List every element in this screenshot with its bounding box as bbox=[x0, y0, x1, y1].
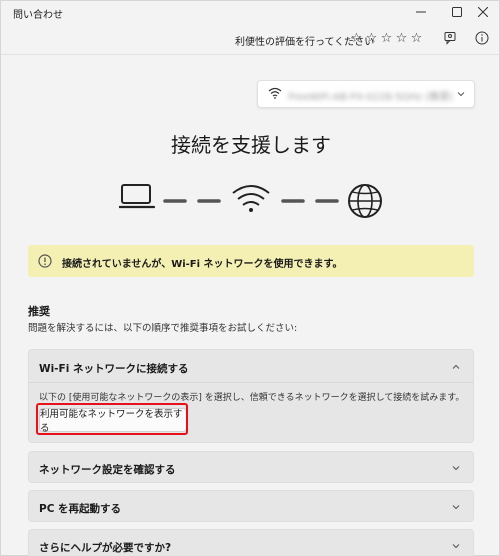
laptop-icon bbox=[119, 184, 156, 209]
wifi-icon bbox=[268, 87, 282, 99]
contact-window: 問い合わせ 利便性の評価を行ってください ☆ ☆ ☆ ☆ ☆ FreeWiFi-… bbox=[0, 0, 500, 556]
warning-text: 接続されていませんが、Wi-Fi ネットワークを使用できます。 bbox=[62, 259, 343, 270]
globe-icon bbox=[348, 184, 382, 218]
window-title: 問い合わせ bbox=[13, 10, 63, 21]
star-3[interactable]: ☆ bbox=[379, 29, 394, 49]
close-button[interactable] bbox=[465, 1, 500, 23]
close-icon bbox=[478, 7, 488, 17]
recommendations-description: 問題を解決するには、以下の順序で推奨事項をお試しください: bbox=[28, 323, 298, 334]
star-2[interactable]: ☆ bbox=[364, 29, 379, 49]
network-name: FreeWiFi-AB-PX-0228-5GHz (推奨) bbox=[288, 92, 454, 103]
recommendation-title: PC を再起動する bbox=[39, 503, 122, 515]
recommendation-title[interactable]: Wi-Fi ネットワークに接続する bbox=[39, 361, 188, 376]
star-5[interactable]: ☆ bbox=[409, 29, 424, 49]
highlight-box bbox=[36, 403, 188, 435]
chevron-down-icon bbox=[452, 505, 460, 510]
chevron-up-icon[interactable] bbox=[451, 362, 461, 372]
network-dropdown[interactable]: FreeWiFi-AB-PX-0228-5GHz (推奨) bbox=[257, 80, 475, 108]
warning-icon bbox=[38, 254, 52, 268]
rating-stars: ☆ ☆ ☆ ☆ ☆ bbox=[349, 29, 424, 49]
recommendation-more-help[interactable]: さらにヘルプが必要ですか? bbox=[28, 529, 474, 556]
star-1[interactable]: ☆ bbox=[349, 29, 364, 49]
page-heading: 接続を支援します bbox=[171, 133, 331, 157]
minimize-button[interactable] bbox=[403, 1, 439, 23]
chevron-down-icon bbox=[452, 466, 460, 471]
recommendation-title: ネットワーク設定を確認する bbox=[39, 464, 176, 476]
panel-divider bbox=[29, 382, 473, 383]
minimize-icon bbox=[416, 11, 426, 13]
recommendation-restart-pc[interactable]: PC を再起動する bbox=[28, 490, 474, 522]
recommendation-body: 以下の [使用可能なネットワークの表示] を選択し、信頼できるネットワークを選択… bbox=[39, 393, 465, 403]
recommendation-title: さらにヘルプが必要ですか? bbox=[39, 542, 172, 554]
connection-illustration bbox=[119, 184, 382, 218]
chevron-down-icon bbox=[452, 544, 460, 549]
star-4[interactable]: ☆ bbox=[394, 29, 409, 49]
feedback-icon[interactable] bbox=[441, 29, 459, 47]
title-bar: 問い合わせ bbox=[1, 1, 499, 25]
info-icon[interactable] bbox=[473, 29, 491, 47]
recommendations-title: 推奨 bbox=[28, 305, 50, 318]
recommendation-check-network-settings[interactable]: ネットワーク設定を確認する bbox=[28, 451, 474, 483]
rating-bar: 利便性の評価を行ってください ☆ ☆ ☆ ☆ ☆ bbox=[1, 25, 499, 53]
maximize-icon bbox=[452, 7, 462, 17]
wifi-signal-icon bbox=[232, 185, 270, 212]
chevron-down-icon bbox=[457, 92, 465, 97]
warning-banner: 接続されていませんが、Wi-Fi ネットワークを使用できます。 bbox=[28, 245, 474, 277]
header-divider bbox=[1, 54, 499, 55]
